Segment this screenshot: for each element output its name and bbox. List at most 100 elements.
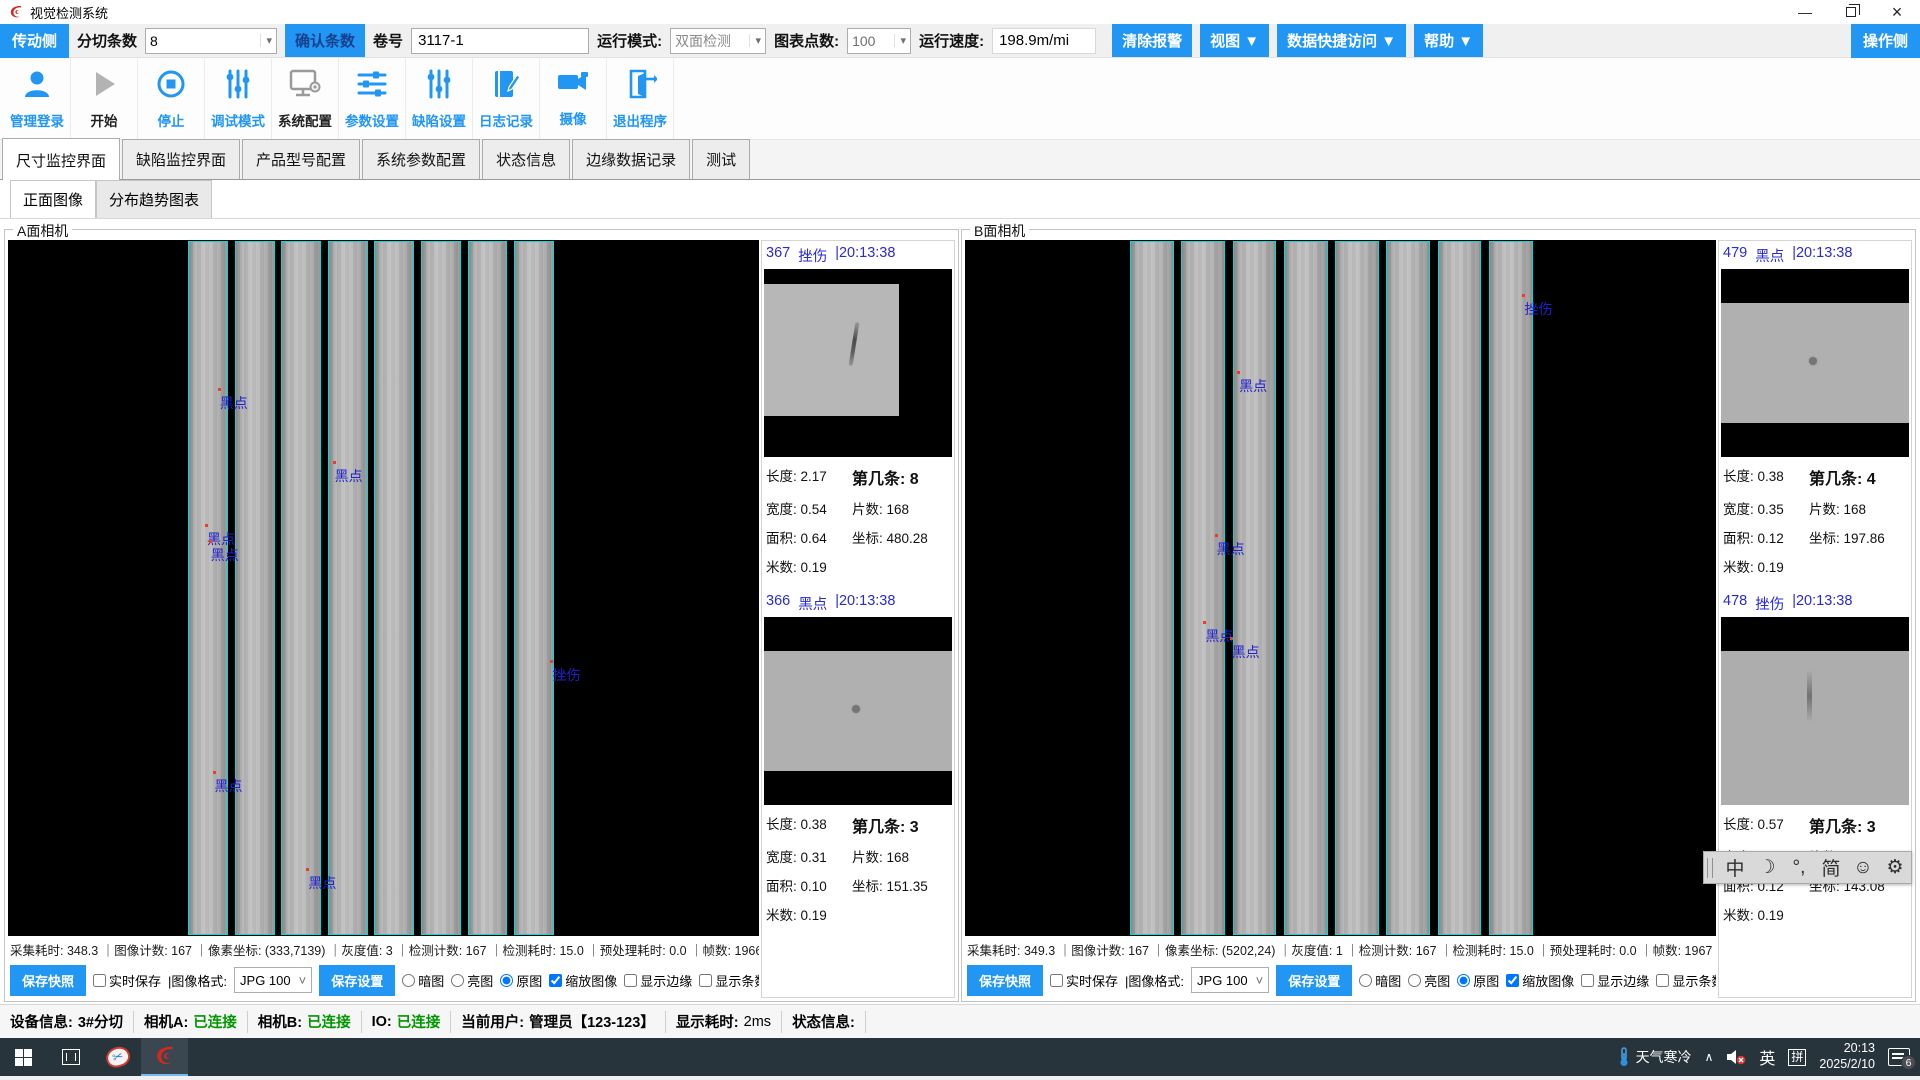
toolbar-button-stop[interactable]: 停止	[138, 58, 205, 139]
view-menu-button[interactable]: 视图 ▼	[1200, 24, 1269, 57]
camera-a-show-edge-checkbox[interactable]: 显示边缘	[624, 971, 692, 990]
operator-side-button[interactable]: 操作侧	[1851, 24, 1920, 58]
close-button[interactable]: ×	[1874, 0, 1920, 24]
camera-a-zoom-image-checkbox[interactable]: 缩放图像	[549, 971, 617, 990]
notification-badge: 6	[1901, 1055, 1916, 1070]
camera-b-bright-radio[interactable]: 亮图	[1408, 971, 1450, 990]
punctuation-icon[interactable]: °,	[1783, 857, 1815, 879]
tab-1[interactable]: 缺陷监控界面	[122, 139, 240, 179]
toolbar-button-video-camera[interactable]: 摄像	[540, 58, 607, 139]
ime-indicator[interactable]: 拼	[1788, 1049, 1806, 1066]
subtab-0[interactable]: 正面图像	[10, 180, 96, 218]
camera-b-original-radio[interactable]: 原图	[1457, 971, 1499, 990]
tab-5[interactable]: 边缘数据记录	[572, 139, 690, 179]
camera-a-image-canvas[interactable]: 黑点黑点黑点黑点挫伤黑点黑点	[8, 240, 759, 936]
defect-time: |20:13:38	[835, 593, 895, 614]
clear-alarm-button[interactable]: 清除报警	[1112, 24, 1192, 57]
camera-a-save-settings-button[interactable]: 保存设置	[319, 965, 395, 996]
status-segment: 状态信息:	[782, 1011, 866, 1033]
chart-points-select[interactable]: 100 ▾	[847, 28, 911, 54]
clock[interactable]: 20:13 2025/2/10	[1819, 1041, 1875, 1072]
start-button[interactable]	[0, 1038, 47, 1076]
snipping-tool-button[interactable]: ✂	[94, 1038, 141, 1076]
tray-expand-chevron[interactable]: ∧	[1705, 1050, 1714, 1064]
defect-width: 宽度: 0.54	[766, 498, 852, 518]
camera-b-strip-2	[1181, 241, 1225, 935]
moon-icon[interactable]: ☽	[1751, 856, 1783, 879]
defect-area: 面积: 0.10	[766, 875, 852, 895]
toolbar-button-user[interactable]: 管理登录	[4, 58, 71, 139]
camera-a-show-count-checkbox[interactable]: 显示条数	[699, 971, 759, 990]
camera-a-defect-card-366[interactable]: 366 黑点 |20:13:38 长度: 0.38 第几条: 3 宽度: 0.3…	[764, 590, 952, 924]
camera-a-original-radio[interactable]: 原图	[500, 971, 542, 990]
camera-a-save-snapshot-button[interactable]: 保存快照	[10, 965, 86, 996]
help-menu-button[interactable]: 帮助 ▼	[1414, 24, 1483, 57]
weather-widget[interactable]: 天气寒冷	[1617, 1047, 1692, 1067]
toolbar-button-label: 开始	[91, 110, 118, 130]
toolbar-button-sliders-vertical[interactable]: 调试模式	[205, 58, 272, 139]
camera-b-strip-6	[1386, 241, 1430, 935]
defect-length: 长度: 0.38	[1723, 465, 1809, 489]
emoji-icon[interactable]: ☺	[1847, 857, 1879, 879]
defect-strip-no: 第几条: 3	[1809, 813, 1907, 837]
chinese-mode-icon[interactable]: 中	[1719, 854, 1751, 881]
camera-b-image-canvas[interactable]: 挫伤黑点黑点黑点黑点	[965, 240, 1716, 936]
notification-center-icon[interactable]: 6	[1888, 1048, 1910, 1066]
sliders-vertical-icon	[422, 67, 456, 106]
task-view-button[interactable]	[47, 1038, 94, 1076]
speaker-muted-icon[interactable]	[1726, 1049, 1746, 1065]
camera-a-format-select[interactable]: JPG 100˅	[234, 967, 312, 993]
chart-points-label: 图表点数:	[774, 30, 839, 51]
inspection-app-taskbar-button[interactable]	[141, 1038, 188, 1076]
toolbar-button-monitor-gear[interactable]: 系统配置	[272, 58, 339, 139]
log-book-icon	[489, 67, 523, 106]
camera-b-realtime-save-checkbox[interactable]: 实时保存	[1050, 971, 1118, 990]
monitor-gear-icon	[287, 67, 323, 106]
camera-b-dark-radio[interactable]: 暗图	[1359, 971, 1401, 990]
language-indicator[interactable]: 英	[1759, 1045, 1775, 1069]
status-label: 设备信息:	[10, 1011, 73, 1032]
camera-b-show-count-checkbox[interactable]: 显示条数	[1656, 971, 1716, 990]
slit-count-select[interactable]: 8 ▾	[145, 28, 277, 54]
run-mode-select[interactable]: 双面检测 ▾	[670, 28, 766, 54]
tab-0[interactable]: 尺寸监控界面	[2, 138, 120, 180]
status-value: 3#分切	[78, 1011, 123, 1032]
sliders-vertical-icon	[221, 67, 255, 106]
camera-b-zoom-image-checkbox[interactable]: 缩放图像	[1506, 971, 1574, 990]
camera-b-defect-card-479[interactable]: 479 黑点 |20:13:38 长度: 0.38 第几条: 4 宽度: 0.3…	[1721, 242, 1909, 576]
camera-b-show-edge-checkbox[interactable]: 显示边缘	[1581, 971, 1649, 990]
simplified-icon[interactable]: 简	[1815, 854, 1847, 881]
tab-4[interactable]: 状态信息	[482, 139, 570, 179]
toolbar-button-play[interactable]: 开始	[71, 58, 138, 139]
camera-a-defect-card-367[interactable]: 367 挫伤 |20:13:38 长度: 2.17 第几条: 8 宽度: 0.5…	[764, 242, 952, 576]
defect-type: 黑点	[1755, 245, 1784, 266]
ime-drag-handle[interactable]	[1707, 858, 1713, 878]
camera-a-dark-radio[interactable]: 暗图	[402, 971, 444, 990]
subtab-1[interactable]: 分布趋势图表	[96, 180, 212, 218]
tab-6[interactable]: 测试	[692, 139, 750, 179]
toolbar-button-log-book[interactable]: 日志记录	[473, 58, 540, 139]
drive-side-button[interactable]: 传动侧	[0, 24, 69, 58]
tab-2[interactable]: 产品型号配置	[242, 139, 360, 179]
toolbar-button-exit-door[interactable]: 退出程序	[607, 58, 674, 139]
minimize-button[interactable]: —	[1782, 0, 1828, 24]
run-mode-label: 运行模式:	[597, 30, 662, 51]
defect-stats: 长度: 0.38 第几条: 3 宽度: 0.31 片数: 168 面积: 0.1…	[764, 805, 952, 924]
toolbar-button-sliders-horizontal[interactable]: 参数设置	[339, 58, 406, 139]
data-quick-access-menu-button[interactable]: 数据快捷访问 ▼	[1277, 24, 1406, 57]
roll-number-input[interactable]	[411, 28, 589, 54]
defect-card-header: 479 黑点 |20:13:38	[1721, 242, 1909, 269]
defect-time: |20:13:38	[1792, 245, 1852, 266]
camera-b-save-snapshot-button[interactable]: 保存快照	[967, 965, 1043, 996]
camera-a-defect-list: 367 挫伤 |20:13:38 长度: 2.17 第几条: 8 宽度: 0.5…	[761, 240, 955, 998]
camera-a-realtime-save-checkbox[interactable]: 实时保存	[93, 971, 161, 990]
app-logo-icon	[8, 4, 24, 20]
camera-a-bright-radio[interactable]: 亮图	[451, 971, 493, 990]
tab-3[interactable]: 系统参数配置	[362, 139, 480, 179]
camera-b-format-select[interactable]: JPG 100˅	[1191, 967, 1269, 993]
restore-button[interactable]	[1828, 0, 1874, 24]
toolbar-button-sliders-vertical[interactable]: 缺陷设置	[406, 58, 473, 139]
confirm-count-button[interactable]: 确认条数	[285, 24, 365, 57]
camera-b-save-settings-button[interactable]: 保存设置	[1276, 965, 1352, 996]
settings-gear-icon[interactable]: ⚙	[1879, 856, 1911, 879]
